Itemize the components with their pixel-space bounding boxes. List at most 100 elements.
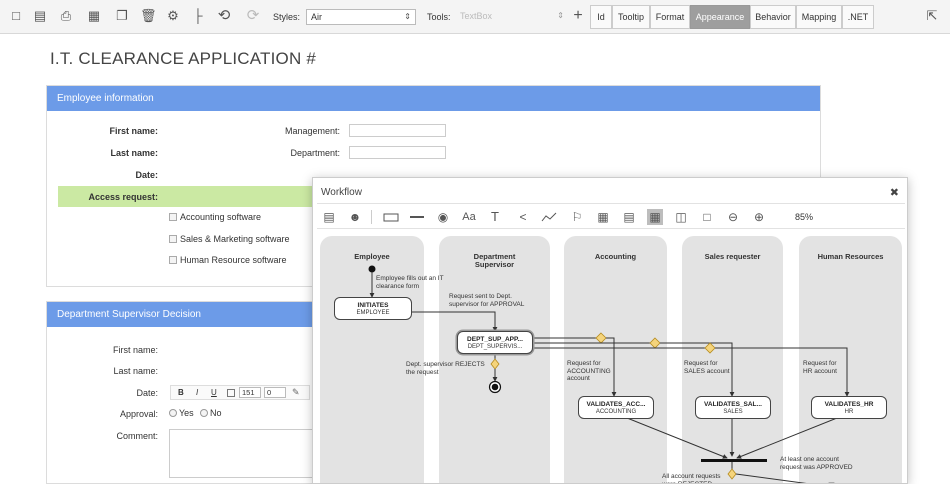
- node-validates-sales[interactable]: VALIDATES_SAL... SALES: [695, 396, 771, 419]
- node-sub: ACCOUNTING: [595, 409, 637, 415]
- note-req-accounting: Request for ACCOUNTING account: [567, 360, 611, 382]
- department-field[interactable]: [349, 146, 446, 159]
- close-icon[interactable]: ✖: [890, 186, 899, 199]
- save-icon[interactable]: ▤: [32, 8, 48, 24]
- no-label: No: [210, 408, 222, 418]
- trash-icon[interactable]: 🗑: [140, 8, 157, 24]
- note-icon[interactable]: □: [699, 209, 715, 225]
- node-dept-sup-approval[interactable]: DEPT_SUP_APP... DEPT_SUPERVIS...: [457, 331, 533, 354]
- columns-icon[interactable]: ◫: [673, 209, 689, 225]
- add-grid-icon[interactable]: ▦: [86, 8, 102, 24]
- select-arrows-icon: ⇕: [557, 11, 564, 20]
- workflow-toolbar: ▤ ☻ ◉ Aa T < ⚐ ▦ ▤ ▦ ◫ □ ⊖ ⊕ 85%: [317, 203, 905, 229]
- node-title: VALIDATES_HR: [824, 401, 874, 408]
- tools-value: TextBox: [460, 11, 493, 21]
- node-sub: SALES: [723, 409, 743, 415]
- tab-id[interactable]: Id: [590, 5, 612, 29]
- access-request-label: Access request:: [88, 192, 158, 202]
- styles-label: Styles:: [273, 12, 301, 22]
- text-icon[interactable]: Aa: [461, 209, 477, 225]
- gateway-diamond: [704, 342, 716, 354]
- sup-last-name-label: Last name:: [113, 366, 158, 376]
- table-icon[interactable]: ▦: [647, 209, 663, 225]
- yes-radio[interactable]: [169, 409, 177, 417]
- tab-net[interactable]: .NET: [842, 5, 874, 29]
- tab-behavior[interactable]: Behavior: [750, 5, 796, 29]
- hr-software-label: Human Resource software: [180, 255, 287, 265]
- user-icon[interactable]: ☻: [347, 209, 363, 225]
- circle-icon[interactable]: ◉: [435, 209, 451, 225]
- redo-icon[interactable]: ⟳: [245, 8, 261, 24]
- workflow-connectors: [368, 265, 850, 483]
- select-arrows-icon: ⇕: [404, 12, 411, 21]
- last-name-label: Last name:: [110, 148, 158, 158]
- zoom-out-icon[interactable]: ⊖: [725, 209, 741, 225]
- gateway-diamond: [727, 468, 737, 480]
- node-validates-hr[interactable]: VALIDATES_HR HR: [811, 396, 887, 419]
- angle-icon[interactable]: <: [515, 209, 531, 225]
- date-format-toolbar: B I U 151 0 ✎: [170, 385, 310, 400]
- note-sent-to-dept: Request sent to Dept. supervisor for APP…: [449, 293, 525, 308]
- node-initiates[interactable]: INITIATES EMPLOYEE: [334, 297, 412, 320]
- bold-button[interactable]: B: [178, 388, 184, 397]
- tools-label: Tools:: [427, 12, 451, 22]
- rectangle-icon[interactable]: [383, 209, 399, 225]
- italic-button[interactable]: I: [196, 388, 198, 397]
- node-validates-accounting[interactable]: VALIDATES_ACC... ACCOUNTING: [578, 396, 654, 419]
- print-icon[interactable]: ⎙: [58, 8, 74, 24]
- note-fills-form: Employee fills out an IT clearance form: [376, 275, 444, 290]
- note-req-sales: Request for SALES account: [684, 360, 730, 375]
- no-radio[interactable]: [200, 409, 208, 417]
- department-label: Department:: [290, 148, 340, 158]
- styles-select[interactable]: Air ⇕: [306, 9, 416, 25]
- polyline-icon[interactable]: [541, 209, 557, 225]
- workflow-title: Workflow: [321, 187, 362, 198]
- sales-checkbox[interactable]: [169, 235, 177, 243]
- sup-first-name-label: First name:: [112, 345, 158, 355]
- plus-icon[interactable]: +: [570, 8, 586, 24]
- node-title: VALIDATES_ACC...: [586, 401, 646, 408]
- note-req-hr: Request for HR account: [803, 360, 837, 375]
- zero-field[interactable]: 0: [264, 387, 286, 398]
- hr-checkbox[interactable]: [169, 256, 177, 264]
- accounting-checkbox[interactable]: [169, 213, 177, 221]
- workflow-canvas[interactable]: Employee Department Supervisor Accountin…: [317, 231, 905, 483]
- undo-icon[interactable]: ⟲: [216, 8, 232, 24]
- page-icon[interactable]: □: [8, 8, 24, 24]
- save-icon[interactable]: ▤: [321, 209, 337, 225]
- tab-tooltip[interactable]: Tooltip: [612, 5, 650, 29]
- gear-icon[interactable]: ⚙: [165, 8, 181, 24]
- date-label: Date:: [135, 170, 158, 180]
- tab-mapping[interactable]: Mapping: [796, 5, 842, 29]
- tree-icon[interactable]: ├: [190, 8, 206, 24]
- list-icon[interactable]: ▤: [621, 209, 637, 225]
- management-field[interactable]: [349, 124, 446, 137]
- gateway-diamond: [490, 358, 500, 370]
- line-icon[interactable]: [409, 209, 425, 225]
- management-label: Management:: [284, 126, 340, 136]
- node-title: DEPT_SUP_APP...: [467, 336, 523, 343]
- node-sub: EMPLOYEE: [356, 310, 390, 316]
- main-toolbar: □ ▤ ⎙ ▦ ❐ 🗑 ⚙ ├ ⟲ ⟳ Styles: Air ⇕ Tools:…: [0, 0, 950, 34]
- gateway-diamond: [595, 332, 607, 344]
- yes-label: Yes: [179, 408, 194, 418]
- font-size-field[interactable]: 151: [239, 387, 261, 398]
- comment-textarea[interactable]: [169, 429, 315, 478]
- window-icon[interactable]: ❐: [114, 8, 130, 24]
- grid-icon[interactable]: ▦: [595, 209, 611, 225]
- sales-software-label: Sales & Marketing software: [180, 234, 290, 244]
- flag-icon[interactable]: ⚐: [569, 209, 585, 225]
- pen-icon[interactable]: ✎: [292, 387, 300, 398]
- expand-icon[interactable]: ⇱: [924, 8, 940, 24]
- tools-select[interactable]: TextBox ⇕: [456, 9, 566, 25]
- type-icon[interactable]: T: [487, 209, 503, 225]
- note-all-rejected: All account requests were REJECTED: [662, 473, 721, 483]
- zoom-in-icon[interactable]: ⊕: [751, 209, 767, 225]
- tab-format[interactable]: Format: [650, 5, 690, 29]
- employee-section-header: Employee information: [47, 86, 820, 111]
- underline-button[interactable]: U: [211, 388, 217, 397]
- form-title: I.T. CLEARANCE APPLICATION #: [50, 49, 317, 68]
- note-rejects: Dept. supervisor REJECTS the request: [406, 361, 485, 376]
- tab-appearance[interactable]: Appearance: [690, 5, 750, 29]
- border-toggle[interactable]: [227, 389, 235, 397]
